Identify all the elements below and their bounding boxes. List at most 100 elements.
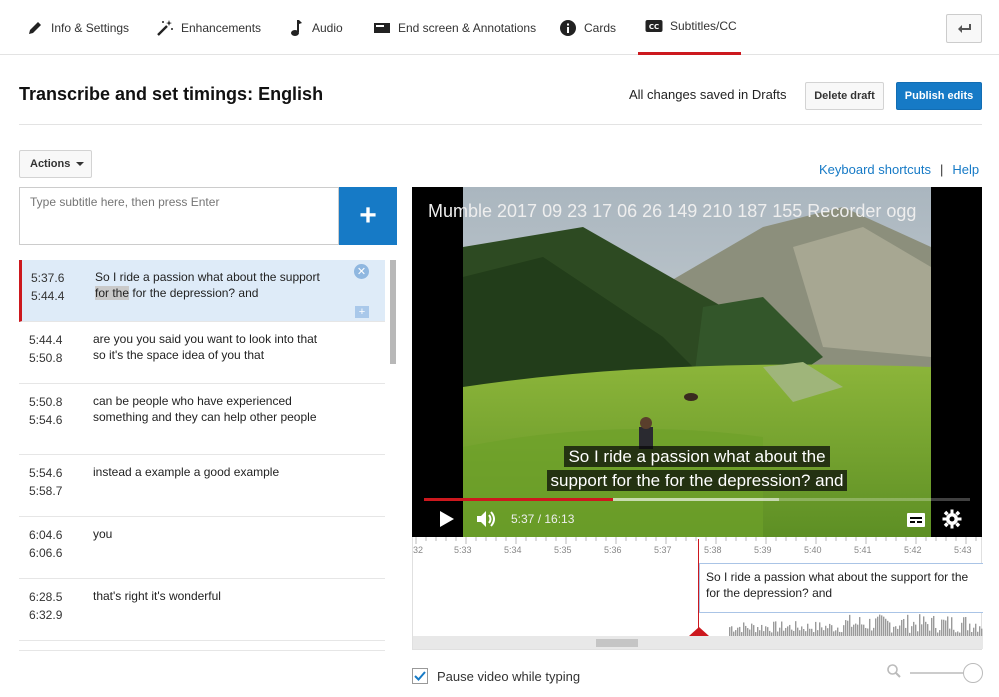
plus-icon: + xyxy=(359,199,377,232)
caption-text[interactable]: that's right it's wonderful xyxy=(93,588,328,604)
played-bar xyxy=(424,498,614,501)
back-button[interactable] xyxy=(946,14,982,43)
tab-end-screen-annotations[interactable]: End screen & Annotations xyxy=(373,0,536,55)
pause-while-typing-option[interactable]: Pause video while typing xyxy=(412,668,580,684)
timeline-tick-label: 5:41 xyxy=(854,545,872,555)
actions-label: Actions xyxy=(30,158,71,170)
video-caption-line: support for the for the depression? and xyxy=(412,470,982,491)
caption-text[interactable]: So I ride a passion what about the suppo… xyxy=(95,269,330,301)
video-player[interactable]: Mumble 2017 09 23 17 06 26 149 210 187 1… xyxy=(412,187,982,537)
publish-edits-button[interactable]: Publish edits xyxy=(896,82,982,110)
video-progress-bar[interactable] xyxy=(424,498,970,501)
page-title: Transcribe and set timings: English xyxy=(19,84,324,104)
caption-start[interactable]: 6:04.6 xyxy=(29,526,62,544)
caption-list: 5:37.6 5:44.4 So I ride a passion what a… xyxy=(19,260,385,655)
timeline-scroll-thumb[interactable] xyxy=(596,639,638,647)
caption-start[interactable]: 5:54.6 xyxy=(29,464,62,482)
delete-caption-icon[interactable]: ✕ xyxy=(354,264,369,279)
timeline-tick-label: 5:42 xyxy=(904,545,922,555)
tab-label: End screen & Annotations xyxy=(398,20,537,35)
timeline-playhead[interactable] xyxy=(698,539,699,635)
caption-start[interactable]: 5:50.8 xyxy=(29,393,62,411)
timeline-tick-label: 5:38 xyxy=(704,545,722,555)
pause-label: Pause video while typing xyxy=(437,668,581,684)
caption-row[interactable]: 5:44.4 5:50.8 are you you said you want … xyxy=(19,322,385,384)
caret-down-icon xyxy=(76,162,85,166)
tab-audio[interactable]: Audio xyxy=(287,0,343,55)
help-links: Keyboard shortcuts | Help xyxy=(819,162,979,177)
tab-label: Info & Settings xyxy=(51,20,130,35)
settings-gear-icon[interactable] xyxy=(942,509,962,534)
add-subtitle-button[interactable]: + xyxy=(339,187,397,245)
caption-end[interactable]: 5:50.8 xyxy=(29,349,62,367)
caption-list-scrollbar[interactable] xyxy=(390,260,396,364)
checkmark-icon xyxy=(414,671,426,681)
caption-times: 6:04.6 6:06.6 xyxy=(29,526,62,562)
video-caption-line: So I ride a passion what about the xyxy=(412,446,982,467)
pause-checkbox[interactable] xyxy=(412,668,428,684)
video-title: Mumble 2017 09 23 17 06 26 149 210 187 1… xyxy=(428,201,917,221)
timeline-tick-label: 5:33 xyxy=(454,545,472,555)
caption-timeline[interactable]: 32 5:33 5:34 5:35 5:36 5:37 5:38 5:39 5:… xyxy=(412,537,983,650)
playhead-handle[interactable] xyxy=(689,627,709,636)
caption-row[interactable]: 6:28.5 6:32.9 that's right it's wonderfu… xyxy=(19,579,385,641)
buffered-bar xyxy=(613,498,779,501)
tab-subtitles-cc[interactable]: CC Subtitles/CC xyxy=(638,0,741,55)
caption-row[interactable]: 6:04.6 6:06.6 you xyxy=(19,517,385,579)
caption-times: 6:28.5 6:32.9 xyxy=(29,588,62,624)
timeline-scrollbar[interactable] xyxy=(413,636,983,649)
audio-waveform xyxy=(729,614,983,636)
caption-end[interactable]: 6:06.6 xyxy=(29,544,62,562)
timeline-caption-block[interactable]: So I ride a passion what about the suppo… xyxy=(699,563,983,613)
tab-cards[interactable]: Cards xyxy=(559,0,616,55)
timeline-tick-label: 5:39 xyxy=(754,545,772,555)
caption-start[interactable]: 5:37.6 xyxy=(31,269,64,287)
caption-row[interactable]: 5:50.8 5:54.6 can be people who have exp… xyxy=(19,384,385,455)
caption-text[interactable]: you xyxy=(93,526,328,542)
info-icon xyxy=(559,19,577,37)
timeline-tick-label: 5:36 xyxy=(604,545,622,555)
tab-info-settings[interactable]: Info & Settings xyxy=(26,0,129,55)
caption-end[interactable]: 5:54.6 xyxy=(29,411,62,429)
caption-end[interactable]: 6:32.9 xyxy=(29,606,62,624)
back-arrow-icon xyxy=(957,20,971,38)
caption-text[interactable]: can be people who have experienced somet… xyxy=(93,393,328,425)
timeline-tick-label: 5:35 xyxy=(554,545,572,555)
tab-label: Subtitles/CC xyxy=(670,19,737,33)
timeline-tick-label: 5:34 xyxy=(504,545,522,555)
caption-text[interactable]: are you you said you want to look into t… xyxy=(93,331,328,363)
play-icon[interactable] xyxy=(439,510,455,533)
caption-text-part: So I ride a passion what about the suppo… xyxy=(95,270,320,284)
pencil-icon xyxy=(26,19,44,37)
caption-end[interactable]: 5:44.4 xyxy=(31,287,64,305)
caption-row[interactable]: 5:54.6 5:58.7 instead a example a good e… xyxy=(19,455,385,517)
insert-caption-icon[interactable]: + xyxy=(355,306,369,318)
help-link[interactable]: Help xyxy=(952,162,979,177)
tab-enhancements[interactable]: Enhancements xyxy=(156,0,261,55)
caption-start[interactable]: 5:44.4 xyxy=(29,331,62,349)
video-time: 5:37 / 16:13 xyxy=(511,512,575,526)
timeline-tick-label: 5:43 xyxy=(954,545,972,555)
header-divider xyxy=(19,124,982,125)
volume-icon[interactable] xyxy=(476,509,498,534)
tab-label: Audio xyxy=(312,20,343,35)
caption-start[interactable]: 6:28.5 xyxy=(29,588,62,606)
cc-icon: CC xyxy=(645,17,663,35)
caption-text[interactable]: instead a example a good example xyxy=(93,464,328,480)
caption-end[interactable]: 5:58.7 xyxy=(29,482,62,500)
tab-label: Cards xyxy=(584,20,617,35)
caption-times: 5:44.4 5:50.8 xyxy=(29,331,62,367)
video-caption-text: support for the for the depression? and xyxy=(546,470,848,491)
editor-tabs: Info & Settings Enhancements Audio End s… xyxy=(0,0,999,55)
magic-wand-icon xyxy=(156,19,174,37)
zoom-magnifier-icon xyxy=(886,663,902,684)
subtitle-input[interactable] xyxy=(19,187,339,245)
delete-draft-button[interactable]: Delete draft xyxy=(805,82,884,110)
save-status: All changes saved in Drafts xyxy=(629,87,787,102)
zoom-slider-knob[interactable] xyxy=(963,663,983,683)
caption-times: 5:54.6 5:58.7 xyxy=(29,464,62,500)
keyboard-shortcuts-link[interactable]: Keyboard shortcuts xyxy=(819,162,931,177)
caption-row-selected[interactable]: 5:37.6 5:44.4 So I ride a passion what a… xyxy=(19,260,385,322)
actions-dropdown[interactable]: Actions xyxy=(19,150,92,178)
subtitles-icon[interactable] xyxy=(906,512,926,533)
